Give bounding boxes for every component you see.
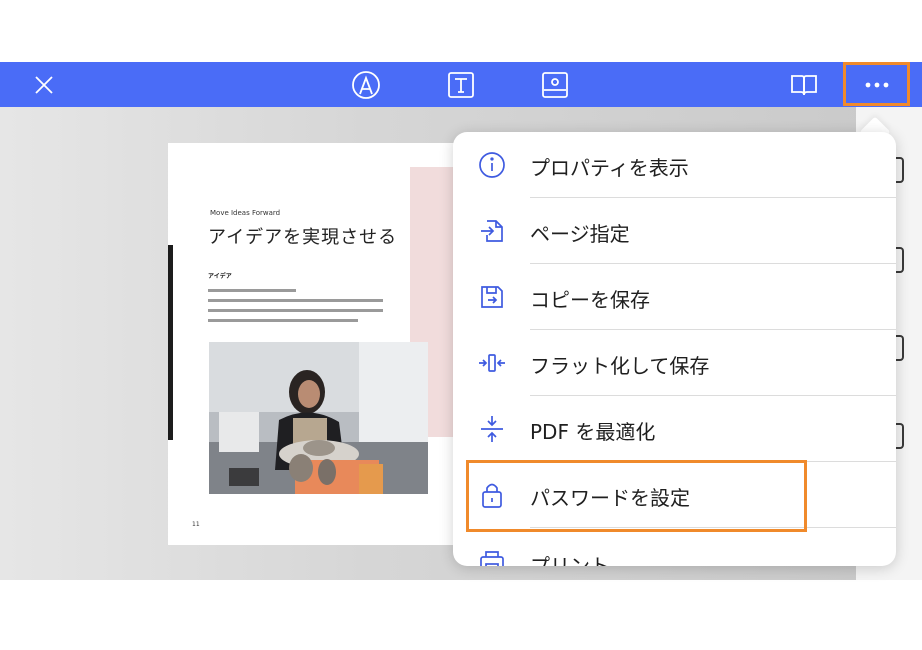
more-icon xyxy=(865,82,889,87)
page-number: 11 xyxy=(192,521,200,528)
read-mode-button[interactable] xyxy=(786,62,822,107)
book-icon xyxy=(791,74,817,95)
pottery-photo xyxy=(209,342,428,494)
menu-item-set-password[interactable]: パスワードを設定 xyxy=(453,462,896,528)
menu-item-label: PDF を最適化 xyxy=(530,420,656,444)
pdf-page: Move Ideas Forward アイデアを実現させる アイデア 11 xyxy=(168,143,468,545)
menu-item-label: パスワードを設定 xyxy=(530,486,690,510)
text-tool-button[interactable] xyxy=(443,62,479,107)
draw-tool-button[interactable] xyxy=(348,62,384,107)
save-copy-icon xyxy=(477,282,507,312)
image-tool-button[interactable] xyxy=(537,62,573,107)
menu-item-label: コピーを保存 xyxy=(530,288,650,312)
print-icon xyxy=(477,548,507,566)
text-line xyxy=(208,309,383,312)
optimize-icon xyxy=(477,414,507,444)
text-line xyxy=(208,299,383,302)
menu-item-flatten-save[interactable]: フラット化して保存 xyxy=(453,330,896,396)
app-screen: Move Ideas Forward アイデアを実現させる アイデア 11 プロ… xyxy=(0,0,922,650)
info-icon xyxy=(477,150,507,180)
menu-item-print[interactable]: プリント xyxy=(453,528,896,566)
menu-item-properties[interactable]: プロパティを表示 xyxy=(453,132,896,198)
page-edge-bar xyxy=(168,245,173,440)
menu-item-label: フラット化して保存 xyxy=(530,354,710,378)
image-icon xyxy=(542,71,568,98)
draw-icon xyxy=(352,70,380,99)
menu-item-label: ページ指定 xyxy=(530,222,630,246)
more-options-menu: プロパティを表示 ページ指定 コピーを保存 フラット化して保存 PDF を最適化… xyxy=(453,132,896,566)
page-heading: アイデアを実現させる xyxy=(208,227,398,248)
top-toolbar xyxy=(0,62,922,107)
lock-icon xyxy=(477,480,507,510)
close-icon xyxy=(35,75,53,94)
page-subheading: アイデア xyxy=(208,273,232,280)
page-jump-icon xyxy=(477,216,507,246)
more-button[interactable] xyxy=(858,62,896,107)
menu-item-go-to-page[interactable]: ページ指定 xyxy=(453,198,896,264)
flatten-icon xyxy=(477,348,507,378)
text-line xyxy=(208,319,358,322)
menu-item-label: プロパティを表示 xyxy=(530,156,689,180)
menu-item-save-copy[interactable]: コピーを保存 xyxy=(453,264,896,330)
menu-item-label: プリント xyxy=(530,554,610,566)
text-line xyxy=(208,289,296,292)
menu-item-optimize-pdf[interactable]: PDF を最適化 xyxy=(453,396,896,462)
close-button[interactable] xyxy=(26,62,62,107)
page-kicker: Move Ideas Forward xyxy=(210,209,281,217)
text-icon xyxy=(448,71,474,98)
